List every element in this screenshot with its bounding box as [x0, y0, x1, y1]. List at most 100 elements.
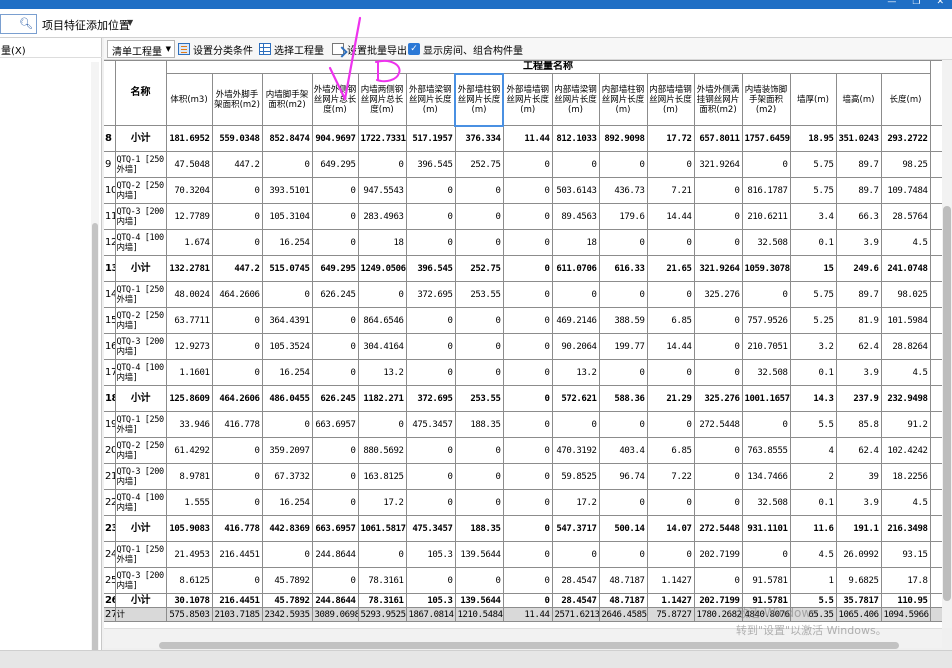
- value-cell[interactable]: 0: [311, 333, 359, 360]
- value-cell[interactable]: 0: [454, 489, 504, 516]
- value-cell[interactable]: 4.5: [789, 541, 837, 568]
- value-cell[interactable]: 372.695: [405, 281, 456, 308]
- value-cell[interactable]: 657.8011: [693, 125, 743, 152]
- value-cell[interactable]: 0: [311, 177, 359, 204]
- value-cell[interactable]: 0: [551, 281, 600, 308]
- value-cell[interactable]: 98.25: [880, 151, 931, 178]
- value-cell[interactable]: 321.9264: [693, 255, 743, 282]
- value-cell[interactable]: 13.2: [357, 359, 407, 386]
- choose-quantity-button[interactable]: 选择工程量: [259, 41, 324, 57]
- value-cell[interactable]: 0: [598, 541, 648, 568]
- value-cell[interactable]: 0.1: [789, 489, 837, 516]
- value-cell[interactable]: 396.545: [405, 151, 456, 178]
- value-cell[interactable]: 244.8644: [311, 593, 359, 608]
- value-cell[interactable]: 110.95: [880, 593, 931, 608]
- value-cell[interactable]: 32.508: [741, 229, 791, 256]
- column-header[interactable]: 墙厚(m): [789, 73, 837, 126]
- value-cell[interactable]: 393.5101: [261, 177, 313, 204]
- value-cell[interactable]: 0: [693, 177, 743, 204]
- value-cell[interactable]: 1: [789, 567, 837, 594]
- table-row[interactable]: 24QTQ-1 [250 外墙]21.4953216.44510244.8644…: [104, 541, 942, 568]
- value-cell[interactable]: 14.44: [646, 203, 695, 230]
- value-cell[interactable]: 139.5644: [454, 541, 504, 568]
- value-cell[interactable]: 0: [693, 567, 743, 594]
- value-cell[interactable]: 388.59: [598, 307, 648, 334]
- value-cell[interactable]: 0: [598, 359, 648, 386]
- value-cell[interactable]: 0: [598, 151, 648, 178]
- chevron-down-icon[interactable]: ▼: [166, 45, 171, 53]
- value-cell[interactable]: 12.7789: [165, 203, 213, 230]
- value-cell[interactable]: 63.7711: [165, 307, 213, 334]
- value-cell[interactable]: 663.6957: [311, 411, 359, 438]
- value-cell[interactable]: 892.9098: [598, 125, 648, 152]
- table-row[interactable]: 20QTQ-2 [250 内墙]61.42920359.20970880.569…: [104, 437, 942, 464]
- value-cell[interactable]: 1061.5817: [357, 515, 407, 542]
- subtotal-row[interactable]: 18小计125.8609464.2606486.0455626.2451182.…: [104, 385, 942, 412]
- column-header[interactable]: 外墙外侧钢丝网片总长度(m): [311, 73, 359, 126]
- value-cell[interactable]: 0: [741, 411, 791, 438]
- value-cell[interactable]: 14.3: [789, 385, 837, 412]
- value-cell[interactable]: 0: [693, 463, 743, 490]
- value-cell[interactable]: 17.8: [880, 567, 931, 594]
- value-cell[interactable]: 0: [357, 281, 407, 308]
- value-cell[interactable]: 0: [598, 489, 648, 516]
- value-cell[interactable]: 0: [502, 359, 553, 386]
- value-cell[interactable]: 470.3192: [551, 437, 600, 464]
- table-row[interactable]: 25QTQ-3 [200 内墙]8.6125045.7892078.316100…: [104, 567, 942, 594]
- value-cell[interactable]: 0: [311, 463, 359, 490]
- value-cell[interactable]: 376.334: [454, 125, 504, 152]
- row-name-cell[interactable]: QTQ-3 [200 内墙]: [114, 567, 167, 594]
- value-cell[interactable]: 947.5543: [357, 177, 407, 204]
- value-cell[interactable]: 16.254: [261, 359, 313, 386]
- value-cell[interactable]: 210.7051: [741, 333, 791, 360]
- project-feature-position-combo[interactable]: 项目特征添加位置: [42, 17, 130, 33]
- value-cell[interactable]: 188.35: [454, 411, 504, 438]
- value-cell[interactable]: 249.6: [835, 255, 882, 282]
- value-cell[interactable]: 0: [502, 307, 553, 334]
- value-cell[interactable]: 0: [646, 151, 695, 178]
- value-cell[interactable]: 89.4563: [551, 203, 600, 230]
- value-cell[interactable]: 464.2606: [211, 385, 263, 412]
- value-cell[interactable]: 611.0706: [551, 255, 600, 282]
- value-cell[interactable]: 21.65: [646, 255, 695, 282]
- value-cell[interactable]: 0: [357, 411, 407, 438]
- value-cell[interactable]: 85.8: [835, 411, 882, 438]
- value-cell[interactable]: 272.5448: [693, 411, 743, 438]
- value-cell[interactable]: 90.2064: [551, 333, 600, 360]
- value-cell[interactable]: 188.35: [454, 515, 504, 542]
- value-cell[interactable]: 0: [211, 463, 263, 490]
- value-cell[interactable]: 105.9083: [165, 515, 213, 542]
- value-cell[interactable]: 0: [693, 229, 743, 256]
- value-cell[interactable]: 436.73: [598, 177, 648, 204]
- left-panel-item[interactable]: 量(X): [0, 38, 102, 58]
- value-cell[interactable]: 0: [646, 411, 695, 438]
- column-header[interactable]: 内墙装饰脚手架面积(m2): [741, 73, 791, 126]
- value-cell[interactable]: 0: [211, 333, 263, 360]
- value-cell[interactable]: 396.545: [405, 255, 456, 282]
- value-cell[interactable]: 0: [598, 411, 648, 438]
- value-cell[interactable]: 1001.1657: [741, 385, 791, 412]
- left-panel-scroll-thumb[interactable]: [92, 223, 98, 653]
- value-cell[interactable]: 272.5448: [693, 515, 743, 542]
- value-cell[interactable]: 304.4164: [357, 333, 407, 360]
- value-cell[interactable]: 0: [502, 567, 553, 594]
- value-cell[interactable]: 81.9: [835, 307, 882, 334]
- value-cell[interactable]: 0: [454, 359, 504, 386]
- value-cell[interactable]: 447.2: [211, 151, 263, 178]
- value-cell[interactable]: 105.3: [405, 541, 456, 568]
- value-cell[interactable]: 0: [646, 541, 695, 568]
- value-cell[interactable]: 93.15: [880, 541, 931, 568]
- value-cell[interactable]: 763.8555: [741, 437, 791, 464]
- value-cell[interactable]: 134.7466: [741, 463, 791, 490]
- value-cell[interactable]: 62.4: [835, 437, 882, 464]
- value-cell[interactable]: 61.4292: [165, 437, 213, 464]
- value-cell[interactable]: 2646.4585: [598, 607, 648, 622]
- value-cell[interactable]: 616.33: [598, 255, 648, 282]
- value-cell[interactable]: 812.1033: [551, 125, 600, 152]
- value-cell[interactable]: 0: [502, 463, 553, 490]
- value-cell[interactable]: 59.8525: [551, 463, 600, 490]
- value-cell[interactable]: 0: [502, 411, 553, 438]
- value-cell[interactable]: 139.5644: [454, 593, 504, 608]
- row-name-cell[interactable]: 小计: [114, 515, 167, 542]
- value-cell[interactable]: 78.3161: [357, 567, 407, 594]
